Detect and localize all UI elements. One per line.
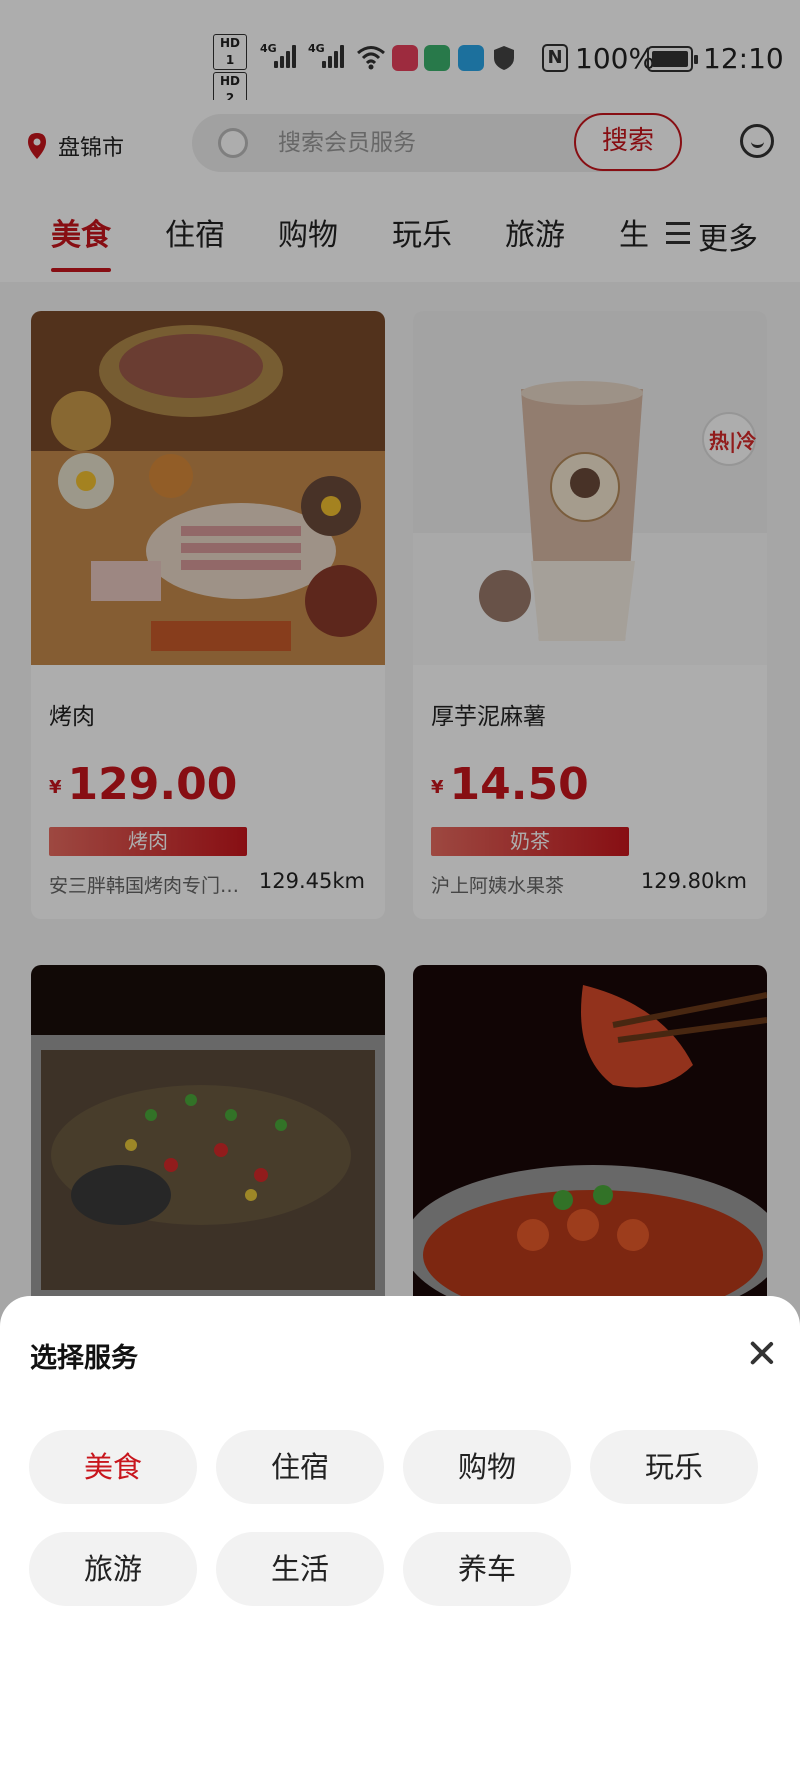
service-option-travel[interactable]: 旅游 — [29, 1532, 197, 1606]
sheet-title: 选择服务 — [30, 1343, 138, 1374]
service-option-lodging[interactable]: 住宿 — [216, 1430, 384, 1504]
service-selector-sheet: 选择服务 美食 住宿 购物 玩乐 旅游 生活 养车 — [0, 1296, 800, 1778]
service-option-life[interactable]: 生活 — [216, 1532, 384, 1606]
service-option-shopping[interactable]: 购物 — [403, 1430, 571, 1504]
close-icon[interactable] — [744, 1336, 780, 1372]
service-option-car-care[interactable]: 养车 — [403, 1532, 571, 1606]
service-option-food[interactable]: 美食 — [29, 1430, 197, 1504]
service-option-entertainment[interactable]: 玩乐 — [590, 1430, 758, 1504]
